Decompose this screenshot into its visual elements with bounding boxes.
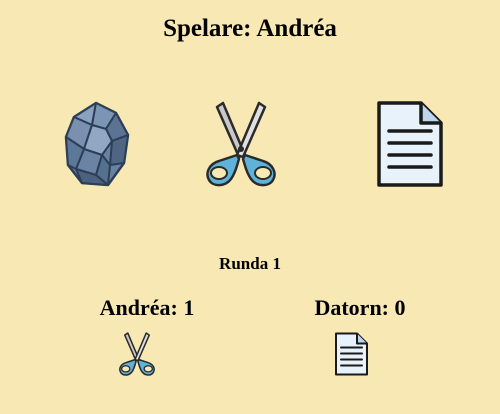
- page-title: Spelare: Andréa: [163, 15, 337, 42]
- paper-icon: [377, 101, 443, 187]
- scissors-icon: [206, 101, 276, 187]
- rock-icon: [64, 101, 130, 187]
- round-indicator: Runda 1: [219, 254, 281, 273]
- scissors-button[interactable]: [196, 96, 286, 192]
- scissors-icon: [119, 332, 155, 376]
- player-last-pick: [114, 330, 160, 378]
- choice-row: [0, 96, 500, 192]
- rock-button[interactable]: [52, 96, 142, 192]
- player-score: Andréa: 1: [99, 295, 195, 320]
- paper-button[interactable]: [364, 96, 454, 192]
- paper-icon: [335, 332, 368, 376]
- computer-score: Datorn: 0: [314, 295, 406, 320]
- computer-last-pick: [328, 330, 374, 378]
